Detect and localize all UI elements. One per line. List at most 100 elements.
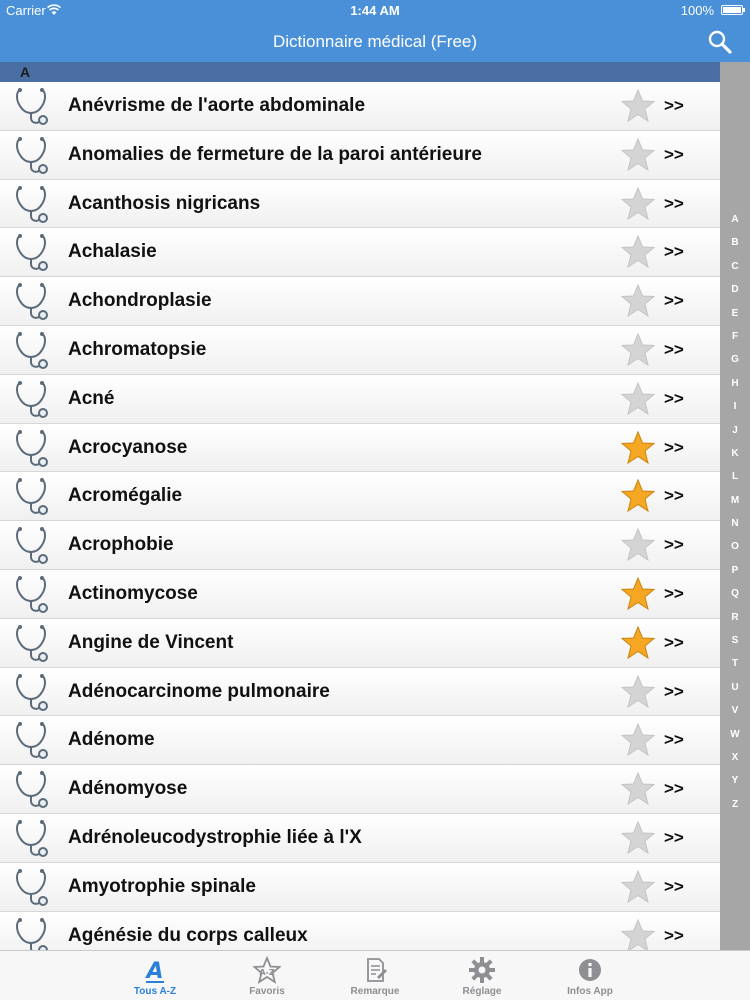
list-item[interactable]: Achromatopsie >> [0,325,720,375]
tab-gear[interactable]: Réglage [427,951,537,1001]
index-letter[interactable]: Q [720,582,750,605]
alphabet-index[interactable]: ABCDEFGHIJKLMNOPQRSTUVWXYZ [720,62,750,950]
star-outline-icon[interactable] [620,332,656,368]
star-outline-icon[interactable] [620,234,656,270]
tab-note[interactable]: Remarque [320,951,430,1001]
index-letter[interactable]: K [720,442,750,465]
search-icon[interactable] [706,28,734,56]
index-letter[interactable]: G [720,348,750,371]
favorite-star-icon[interactable] [620,576,656,612]
chevron-icon[interactable]: >> [664,584,684,604]
star-outline-icon[interactable] [620,88,656,124]
chevron-icon[interactable]: >> [664,486,684,506]
star-outline-icon[interactable] [620,869,656,905]
list-item[interactable]: Actinomycose >> [0,569,720,619]
index-letter[interactable]: O [720,535,750,558]
list-item[interactable]: Adénome >> [0,716,720,766]
index-letter[interactable]: E [720,302,750,325]
list-item[interactable]: Adénomyose >> [0,765,720,814]
index-letter[interactable]: J [720,419,750,442]
list-item[interactable]: Anévrisme de l'aorte abdominale >> [0,82,720,131]
star-outline-icon[interactable] [620,820,656,856]
svg-text:A-Z: A-Z [259,968,275,977]
index-letter[interactable]: H [720,372,750,395]
list-item[interactable]: Anomalies de fermeture de la paroi antér… [0,130,720,180]
chevron-icon[interactable]: >> [664,145,684,165]
index-letter[interactable]: C [720,255,750,278]
star-outline-icon[interactable] [620,771,656,807]
stethoscope-icon [12,867,50,907]
index-letter[interactable]: S [720,629,750,652]
index-letter[interactable]: U [720,676,750,699]
star-outline-icon[interactable] [620,186,656,222]
list-item[interactable]: Acné >> [0,374,720,424]
index-letter[interactable]: V [720,699,750,722]
info-icon [576,956,604,984]
index-letter[interactable]: X [720,746,750,769]
chevron-icon[interactable]: >> [664,682,684,702]
index-letter[interactable]: L [720,465,750,488]
chevron-icon[interactable]: >> [664,779,684,799]
list-item[interactable]: Acrophobie >> [0,521,720,570]
index-letter[interactable]: P [720,559,750,582]
tab-letter-a[interactable]: A Tous A-Z [100,951,210,1001]
svg-text:A: A [144,959,163,984]
list-item[interactable]: Acromégalie >> [0,472,720,522]
disease-list[interactable]: Anévrisme de l'aorte abdominale >> Anomali… [0,82,720,950]
chevron-icon[interactable]: >> [664,828,684,848]
chevron-icon[interactable]: >> [664,96,684,116]
battery-icon [721,5,745,15]
chevron-icon[interactable]: >> [664,633,684,653]
tab-star-tab[interactable]: A-Z Favoris [212,951,322,1001]
favorite-star-icon[interactable] [620,478,656,514]
index-letter[interactable]: F [720,325,750,348]
list-item[interactable]: Acanthosis nigricans >> [0,179,720,229]
battery-percentage: 100% [680,3,714,18]
chevron-icon[interactable]: >> [664,438,684,458]
star-outline-icon[interactable] [620,283,656,319]
list-item[interactable]: Adénocarcinome pulmonaire >> [0,667,720,717]
chevron-icon[interactable]: >> [664,389,684,409]
index-letter[interactable]: M [720,489,750,512]
chevron-icon[interactable]: >> [664,877,684,897]
index-letter[interactable]: D [720,278,750,301]
favorite-star-icon[interactable] [620,625,656,661]
disease-name: Acrophobie [68,534,174,556]
chevron-icon[interactable]: >> [664,730,684,750]
list-item[interactable]: Achondroplasie >> [0,277,720,326]
list-item[interactable]: Achalasie >> [0,228,720,278]
index-letter[interactable]: B [720,231,750,254]
chevron-icon[interactable]: >> [664,194,684,214]
star-outline-icon[interactable] [620,674,656,710]
chevron-icon[interactable]: >> [664,291,684,311]
disease-name: Acanthosis nigricans [68,192,261,214]
chevron-icon[interactable]: >> [664,242,684,262]
tab-bar: A Tous A-Z A-Z Favoris Remarque Réglage Infos … [0,950,750,1000]
list-item[interactable]: Angine de Vincent >> [0,618,720,668]
star-outline-icon[interactable] [620,722,656,758]
chevron-icon[interactable]: >> [664,340,684,360]
note-icon [361,956,389,984]
list-item[interactable]: Agénésie du corps calleux >> [0,911,720,950]
index-letter[interactable]: I [720,395,750,418]
index-letter[interactable]: Z [720,793,750,816]
list-item[interactable]: Acrocyanose >> [0,423,720,473]
index-letter[interactable]: R [720,606,750,629]
favorite-star-icon[interactable] [620,430,656,466]
index-letter[interactable]: W [720,723,750,746]
star-outline-icon[interactable] [620,527,656,563]
star-outline-icon[interactable] [620,918,656,950]
list-item[interactable]: Adrénoleucodystrophie liée à l'X >> [0,813,720,863]
list-item[interactable]: Amyotrophie spinale >> [0,862,720,912]
disease-name: Agénésie du corps calleux [68,924,308,946]
index-letter[interactable]: Y [720,769,750,792]
chevron-icon[interactable]: >> [664,535,684,555]
index-letter[interactable]: A [720,208,750,231]
chevron-icon[interactable]: >> [664,926,684,946]
index-letter[interactable]: T [720,652,750,675]
index-letters[interactable]: ABCDEFGHIJKLMNOPQRSTUVWXYZ [720,208,750,816]
tab-info[interactable]: Infos App [535,951,645,1001]
star-outline-icon[interactable] [620,381,656,417]
index-letter[interactable]: N [720,512,750,535]
star-outline-icon[interactable] [620,137,656,173]
